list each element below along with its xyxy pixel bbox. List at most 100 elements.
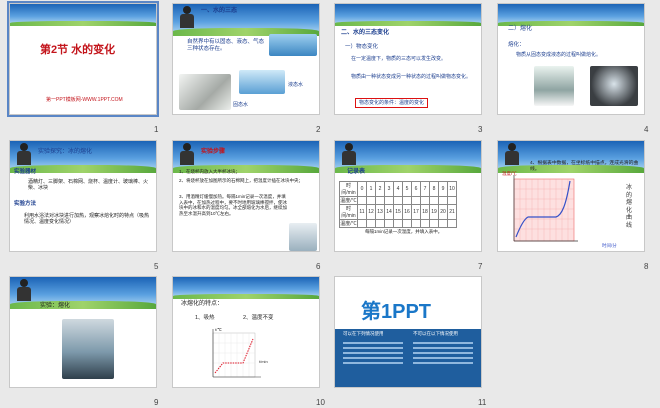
condition-box: 物态变化的条件：温度的变化 — [355, 98, 429, 109]
table-cell: 5 — [402, 181, 412, 197]
slide-heading: 实验探究：冰的熔化 — [38, 149, 93, 155]
slide-header-band — [173, 4, 319, 36]
table-cell: 10 — [447, 181, 457, 197]
slide-body: 自然界中有以固态、液态、气态三种状态存在。 — [187, 39, 265, 52]
person-icon — [16, 143, 32, 167]
experiment-photo — [62, 319, 114, 379]
table-cell: 0 — [357, 181, 367, 197]
row-label: 时间/min — [339, 181, 358, 197]
slide-thumbnail-8[interactable]: 4、根据表中数据，在坐标纸中描点，连成光滑的曲线。 温度/℃ 时间/分 冰的熔化… — [497, 140, 645, 252]
slide-body: 利用水浴法对冰块进行加热，观察冰熔化时的特点（吸热情况、温度变化情况） — [24, 213, 150, 226]
slide-thumbnail-1[interactable]: 第2节 水的变化 第一PPT模板网-WWW.1PPT.COM — [7, 1, 159, 117]
slide-heading: 二、水的三态变化 — [341, 30, 390, 36]
slide-heading: 一、水的三态 — [201, 8, 238, 14]
slide-header-band — [335, 4, 481, 26]
slide-thumbnail-2[interactable]: 一、水的三态 自然界中有以固态、液态、气态三种状态存在。 液态水 固态水 — [172, 3, 320, 115]
table-cell: 1 — [366, 181, 376, 197]
table-cell: 9 — [438, 181, 448, 197]
y-axis-label: t/℃ — [215, 327, 222, 332]
feature-point: 2、温度不变 — [243, 315, 274, 321]
slide-footer: 第一PPT模板网-WWW.1PPT.COM — [46, 97, 123, 103]
table-cell: 19 — [429, 204, 439, 220]
slide-number: 2 — [316, 125, 321, 134]
slide-thumbnail-6[interactable]: 实验步骤 1、在烧杯内放入大半杯冰块； 2、将烧杯放在加图所示的石棉网上，把温度… — [172, 140, 320, 252]
row-label: 温度/℃ — [339, 219, 358, 228]
slide-header-band — [10, 4, 156, 26]
table-cell: 11 — [357, 204, 367, 220]
slide-body: 物质由一种状态变成另一种状态的过程叫做物态变化。 — [351, 74, 472, 80]
row-label: 温度/℃ — [339, 196, 358, 205]
record-table: 时间/min 0 1 2 3 4 5 6 7 8 9 10 温度/℃ 时间/min 11 12 13 14… — [339, 181, 457, 228]
slide-thumbnail-10[interactable]: 冰熔化的特点： 1、吸热 2、温度不变 t/℃ t/min — [172, 276, 320, 388]
table-cell: 3 — [384, 181, 394, 197]
slide-number: 4 — [644, 125, 649, 134]
label-liquid-water: 液态水 — [288, 82, 304, 88]
slide-thumbnail-4[interactable]: 二）熔化 熔化： 物质从固态变成液态的过程叫做熔化。 — [497, 3, 645, 115]
table-cell: 17 — [411, 204, 421, 220]
table-cell: 16 — [402, 204, 412, 220]
slide-number: 3 — [478, 125, 483, 134]
x-axis-label: 时间/分 — [602, 243, 617, 248]
slide-heading: 实验步骤 — [201, 149, 226, 155]
liquid-water-image — [239, 70, 285, 94]
slide-body: 在一定温度下，物质的三态可以发生改变。 — [351, 56, 447, 62]
slide-title: 第2节 水的变化 — [40, 44, 116, 56]
ice-image — [179, 74, 231, 110]
person-icon — [341, 143, 357, 167]
slide-thumbnail-5[interactable]: 实验探究：冰的熔化 实验器材 酒精灯、三脚架、石棉网、烧杯、温度计、玻璃棒、火柴… — [9, 140, 157, 252]
melting-curve-chart — [513, 175, 578, 242]
footer-list — [343, 339, 403, 379]
step-text: 1、在烧杯内放入大半杯冰块； — [179, 169, 241, 174]
table-note: 每隔1min记录一次温度，并填入表中。 — [365, 229, 443, 234]
slide-subheading: 实验方法 — [14, 201, 37, 207]
table-cell: 21 — [447, 204, 457, 220]
apparatus-image — [289, 223, 317, 251]
step-text: 3、用酒精灯缓慢加热。每隔1min记录一次温度，并填入表中，在加热过程中，要不时… — [179, 194, 287, 216]
slide-number: 1 — [154, 125, 159, 134]
table-cell: 7 — [420, 181, 430, 197]
person-icon — [179, 143, 195, 167]
table-cell: 6 — [411, 181, 421, 197]
table-cell: 14 — [384, 204, 394, 220]
table-cell: 13 — [375, 204, 385, 220]
feature-point: 1、吸热 — [195, 315, 215, 321]
slide-thumbnail-11[interactable]: 第1PPT 可以在下列情况使用 不可以在以下情况使用 — [334, 276, 482, 388]
table-cell: 20 — [438, 204, 448, 220]
slide-subheading: 一）物态变化 — [345, 44, 379, 50]
slide-subheading: 熔化： — [508, 42, 525, 48]
label-solid-water: 固态水 — [233, 102, 249, 108]
slide-number: 9 — [154, 398, 159, 407]
ppt-logo: 第1PPT — [361, 301, 432, 323]
slide-header-band — [498, 4, 644, 26]
slide-number: 10 — [316, 398, 325, 407]
slide-body: 酒精灯、三脚架、石棉网、烧杯、温度计、玻璃棒、火柴、冰块 — [28, 179, 149, 192]
step-text: 2、将烧杯放在加图所示的石棉网上，把温度计插在冰块中央； — [179, 178, 304, 183]
table-cell: 2 — [375, 181, 385, 197]
water-splash-image — [269, 34, 317, 56]
slide-thumbnail-3[interactable]: 二、水的三态变化 一）物态变化 在一定温度下，物质的三态可以发生改变。 物质由一… — [334, 3, 482, 115]
slide-heading: 4、根据表中数据，在坐标纸中描点，连成光滑的曲线。 — [530, 161, 639, 172]
slide-number: 5 — [154, 262, 159, 271]
table-cell: 18 — [420, 204, 430, 220]
slide-heading: 冰熔化的特点： — [181, 301, 224, 307]
row-label: 时间/min — [339, 204, 358, 220]
slide-header-band — [173, 277, 319, 299]
slide-thumbnail-7[interactable]: 记录表 时间/min 0 1 2 3 4 5 6 7 8 9 10 温度/℃ 时间/min 11 12… — [334, 140, 482, 252]
slide-header-band — [10, 277, 156, 309]
slide-thumbnail-9[interactable]: 实验：熔化 — [9, 276, 157, 388]
slide-body: 物质从固态变成液态的过程叫做熔化。 — [516, 52, 602, 58]
person-icon — [504, 143, 520, 167]
footer-list — [413, 339, 473, 379]
person-icon — [16, 279, 32, 303]
slide-subheading: 实验器材 — [14, 169, 37, 175]
slide-number: 6 — [316, 262, 321, 271]
melting-ice-image — [534, 66, 574, 106]
slide-number: 11 — [478, 398, 487, 407]
slide-number: 8 — [644, 262, 649, 271]
table-cell: 8 — [429, 181, 439, 197]
table-cell: 15 — [393, 204, 403, 220]
table-cell: 12 — [366, 204, 376, 220]
side-caption: 冰的熔化曲线 — [626, 185, 633, 229]
slide-heading: 实验：熔化 — [40, 303, 71, 309]
table-cell: 4 — [393, 181, 403, 197]
